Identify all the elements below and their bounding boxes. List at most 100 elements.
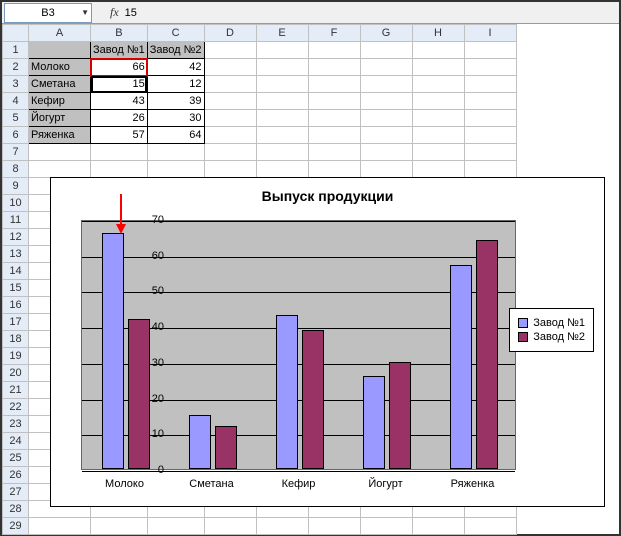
cell-D5[interactable] — [204, 110, 256, 127]
col-header-B[interactable]: B — [91, 25, 148, 42]
cell-G1[interactable] — [360, 42, 412, 59]
row-header-21[interactable]: 21 — [3, 382, 29, 399]
row-header-5[interactable]: 5 — [3, 110, 29, 127]
cell-F7[interactable] — [308, 144, 360, 161]
col-header-A[interactable]: A — [29, 25, 91, 42]
bar-Завод №1-Кефир[interactable] — [276, 315, 298, 469]
cell-C5[interactable]: 30 — [147, 110, 204, 127]
col-header-I[interactable]: I — [464, 25, 516, 42]
row-header-2[interactable]: 2 — [3, 59, 29, 76]
cell-B1[interactable]: Завод №1 — [91, 42, 148, 59]
chart[interactable]: Выпуск продукции Завод №1 Завод №2 01020… — [50, 177, 605, 507]
cell-E2[interactable] — [256, 59, 308, 76]
row-header-11[interactable]: 11 — [3, 212, 29, 229]
cell-I8[interactable] — [464, 161, 516, 178]
bar-Завод №1-Сметана[interactable] — [189, 415, 211, 469]
col-header-E[interactable]: E — [256, 25, 308, 42]
cell-B2[interactable]: 66 — [91, 59, 148, 76]
cell-F1[interactable] — [308, 42, 360, 59]
cell-A8[interactable] — [29, 161, 91, 178]
cell-C7[interactable] — [147, 144, 204, 161]
cell-I3[interactable] — [464, 76, 516, 93]
cell-G6[interactable] — [360, 127, 412, 144]
row-header-26[interactable]: 26 — [3, 467, 29, 484]
cell-G3[interactable] — [360, 76, 412, 93]
cell-G29[interactable] — [360, 518, 412, 535]
cell-F29[interactable] — [308, 518, 360, 535]
cell-F4[interactable] — [308, 93, 360, 110]
col-header-G[interactable]: G — [360, 25, 412, 42]
col-header-C[interactable]: C — [147, 25, 204, 42]
cell-C4[interactable]: 39 — [147, 93, 204, 110]
row-header-24[interactable]: 24 — [3, 433, 29, 450]
cell-F3[interactable] — [308, 76, 360, 93]
cell-B3[interactable]: 15 — [91, 76, 148, 93]
row-header-22[interactable]: 22 — [3, 399, 29, 416]
cell-C6[interactable]: 64 — [147, 127, 204, 144]
cell-F8[interactable] — [308, 161, 360, 178]
cell-E8[interactable] — [256, 161, 308, 178]
cell-A2[interactable]: Молоко — [29, 59, 91, 76]
cell-D6[interactable] — [204, 127, 256, 144]
cell-A29[interactable] — [29, 518, 91, 535]
cell-H7[interactable] — [412, 144, 464, 161]
row-header-18[interactable]: 18 — [3, 331, 29, 348]
cell-B8[interactable] — [91, 161, 148, 178]
cell-A4[interactable]: Кефир — [29, 93, 91, 110]
col-header-D[interactable]: D — [204, 25, 256, 42]
cell-A3[interactable]: Сметана — [29, 76, 91, 93]
cell-C3[interactable]: 12 — [147, 76, 204, 93]
cell-C1[interactable]: Завод №2 — [147, 42, 204, 59]
cell-B6[interactable]: 57 — [91, 127, 148, 144]
cell-C8[interactable] — [147, 161, 204, 178]
bar-Завод №1-Молоко[interactable] — [102, 233, 124, 469]
fx-icon[interactable]: fx — [110, 5, 119, 20]
bar-Завод №2-Ряженка[interactable] — [476, 240, 498, 469]
row-header-29[interactable]: 29 — [3, 518, 29, 535]
row-header-8[interactable]: 8 — [3, 161, 29, 178]
cell-D29[interactable] — [204, 518, 256, 535]
row-header-1[interactable]: 1 — [3, 42, 29, 59]
bar-Завод №1-Ряженка[interactable] — [450, 265, 472, 469]
row-header-20[interactable]: 20 — [3, 365, 29, 382]
cell-A1[interactable] — [29, 42, 91, 59]
cell-F6[interactable] — [308, 127, 360, 144]
name-box[interactable]: B3 ▼ — [4, 3, 92, 23]
row-header-3[interactable]: 3 — [3, 76, 29, 93]
cell-A6[interactable]: Ряженка — [29, 127, 91, 144]
cell-H4[interactable] — [412, 93, 464, 110]
cell-E3[interactable] — [256, 76, 308, 93]
row-header-17[interactable]: 17 — [3, 314, 29, 331]
cell-H8[interactable] — [412, 161, 464, 178]
cell-D1[interactable] — [204, 42, 256, 59]
cell-I2[interactable] — [464, 59, 516, 76]
select-all-corner[interactable] — [3, 25, 29, 42]
row-header-10[interactable]: 10 — [3, 195, 29, 212]
row-header-27[interactable]: 27 — [3, 484, 29, 501]
row-header-19[interactable]: 19 — [3, 348, 29, 365]
cell-C29[interactable] — [147, 518, 204, 535]
row-header-23[interactable]: 23 — [3, 416, 29, 433]
cell-G8[interactable] — [360, 161, 412, 178]
cell-H2[interactable] — [412, 59, 464, 76]
cell-G7[interactable] — [360, 144, 412, 161]
cell-B4[interactable]: 43 — [91, 93, 148, 110]
cell-E7[interactable] — [256, 144, 308, 161]
cell-C2[interactable]: 42 — [147, 59, 204, 76]
col-header-H[interactable]: H — [412, 25, 464, 42]
cell-E6[interactable] — [256, 127, 308, 144]
cell-D2[interactable] — [204, 59, 256, 76]
row-header-12[interactable]: 12 — [3, 229, 29, 246]
cell-I4[interactable] — [464, 93, 516, 110]
cell-I7[interactable] — [464, 144, 516, 161]
cell-D4[interactable] — [204, 93, 256, 110]
cell-H6[interactable] — [412, 127, 464, 144]
formula-input[interactable]: 15 — [125, 7, 619, 19]
bar-Завод №2-Сметана[interactable] — [215, 426, 237, 469]
row-header-28[interactable]: 28 — [3, 501, 29, 518]
cell-F2[interactable] — [308, 59, 360, 76]
cell-I1[interactable] — [464, 42, 516, 59]
row-header-6[interactable]: 6 — [3, 127, 29, 144]
cell-F5[interactable] — [308, 110, 360, 127]
cell-E29[interactable] — [256, 518, 308, 535]
